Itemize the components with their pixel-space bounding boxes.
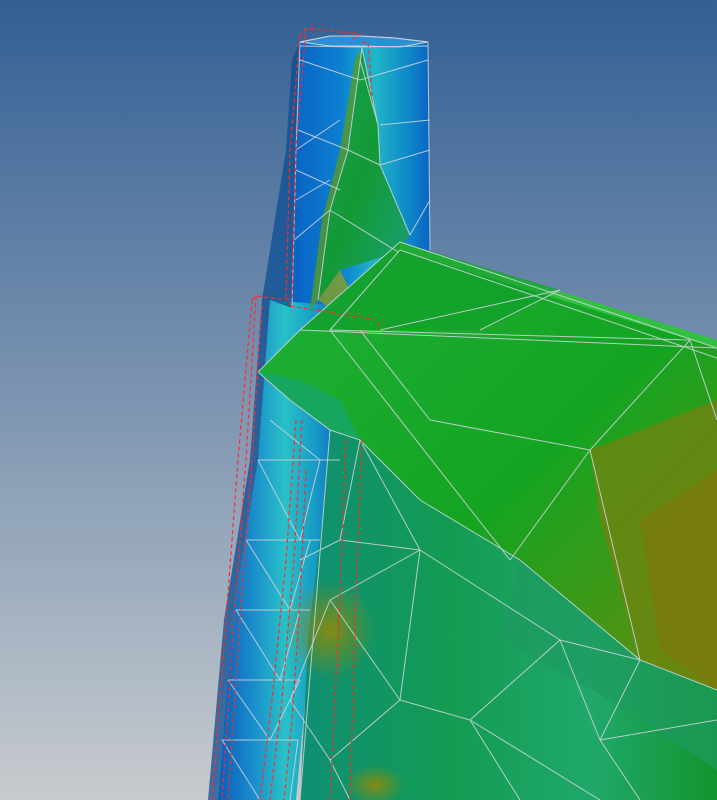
model-canvas[interactable]	[0, 0, 717, 800]
fea-3d-viewport[interactable]	[0, 0, 717, 800]
